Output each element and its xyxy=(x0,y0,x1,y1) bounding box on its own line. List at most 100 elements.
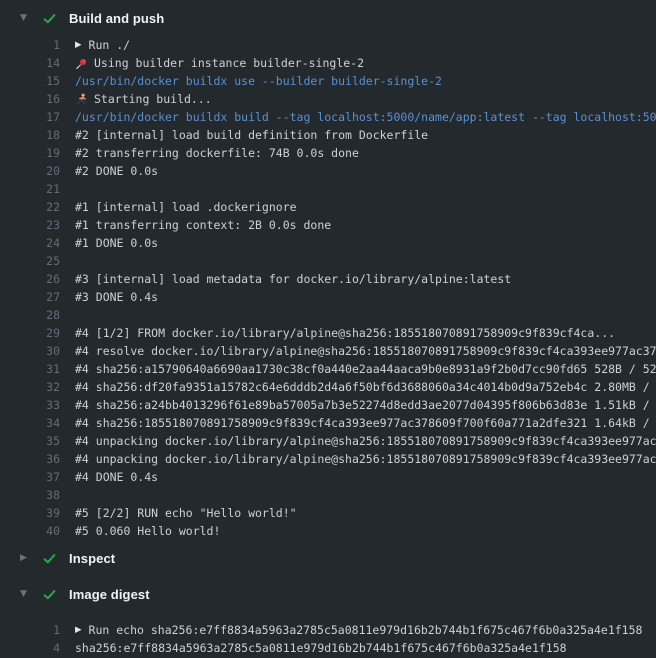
log-line[interactable]: 40 #5 0.060 Hello world! xyxy=(0,522,656,540)
log-line[interactable]: 24 #1 DONE 0.0s xyxy=(0,234,656,252)
line-number[interactable]: 31 xyxy=(0,362,60,376)
line-number[interactable]: 27 xyxy=(0,290,60,304)
step-header-inspect[interactable]: ▶Inspect xyxy=(0,540,656,576)
line-number[interactable]: 38 xyxy=(0,488,60,502)
log-line[interactable]: 34#4 sha256:185518070891758909c9f839cf4c… xyxy=(0,414,656,432)
line-number[interactable]: 30 xyxy=(0,344,60,358)
log-text: #3 [internal] load metadata for docker.i… xyxy=(75,272,656,286)
log-line[interactable]: 14 Using builder instance builder-single-… xyxy=(0,54,656,72)
log-text: #4 sha256:df20fa9351a15782c64e6dddb2d4a6… xyxy=(75,380,656,394)
log-line[interactable]: 36#4 unpacking docker.io/library/alpine@… xyxy=(0,450,656,468)
log-line[interactable]: 27 #3 DONE 0.4s xyxy=(0,288,656,306)
chevron-down-icon[interactable]: ▼ xyxy=(20,576,31,612)
log-text: sha256:e7ff8834a5963a2785c5a0811e979d16b… xyxy=(75,641,656,655)
line-number[interactable]: 20 xyxy=(0,164,60,178)
line-number[interactable]: 18 xyxy=(0,128,60,142)
log-text-content: Run echo sha256:e7ff8834a5963a2785c5a081… xyxy=(89,623,643,637)
line-number[interactable]: 1 xyxy=(0,38,60,52)
log-text-content: #1 transferring context: 2B 0.0s done xyxy=(75,218,331,232)
log-text-content: #5 [2/2] RUN echo "Hello world!" xyxy=(75,506,297,520)
log-text-content: #4 sha256:a15790640a6690aa1730c38cf0a440… xyxy=(75,362,656,376)
log-text-content: #2 transferring dockerfile: 74B 0.0s don… xyxy=(75,146,359,160)
log-line[interactable]: 32 #4 sha256:df20fa9351a15782c64e6dddb2d4… xyxy=(0,378,656,396)
log-line[interactable]: 18 #2 [internal] load build definition fr… xyxy=(0,126,656,144)
log-line[interactable]: 1 ▶ Run echo sha256:e7ff8834a5963a2785c5a0… xyxy=(0,621,656,639)
line-number[interactable]: 32 xyxy=(0,380,60,394)
step-header-image-digest[interactable]: ▼ Image digest xyxy=(0,576,656,612)
check-icon xyxy=(42,587,57,602)
step-title: Build and push xyxy=(69,11,164,26)
line-number[interactable]: 26 xyxy=(0,272,60,286)
line-number[interactable]: 29 xyxy=(0,326,60,340)
step-log: 1 ▶ Run echo sha256:e7ff8834a5963a2785c5a0… xyxy=(0,612,656,657)
line-number[interactable]: 40 xyxy=(0,524,60,538)
log-text: ▶ Run echo sha256:e7ff8834a5963a2785c5a08… xyxy=(75,623,656,637)
log-line[interactable]: 26 #3 [internal] load metadata for docker… xyxy=(0,270,656,288)
log-text-content: #4 resolve docker.io/library/alpine@sha2… xyxy=(75,344,656,358)
step-title: Image digest xyxy=(69,587,150,602)
log-line[interactable]: 35 #4 unpacking docker.io/library/alpine@… xyxy=(0,432,656,450)
log-line[interactable]: 23 #1 transferring context: 2B 0.0s done xyxy=(0,216,656,234)
log-text: Using builder instance builder-single-2 xyxy=(75,56,656,70)
chevron-right-icon[interactable]: ▶ xyxy=(20,540,31,576)
line-number[interactable]: 19 xyxy=(0,146,60,160)
line-number[interactable]: 37 xyxy=(0,470,60,484)
log-line[interactable]: 22#1 [internal] load .dockerignore xyxy=(0,198,656,216)
log-line[interactable]: 1▶Run ./ xyxy=(0,36,656,54)
log-text-content: sha256:e7ff8834a5963a2785c5a0811e979d16b… xyxy=(75,641,567,655)
log-text-content: #3 [internal] load metadata for docker.i… xyxy=(75,272,511,286)
log-line[interactable]: 28 xyxy=(0,306,656,324)
step-inspect: ▶Inspect xyxy=(0,540,656,576)
log-line[interactable]: 4 sha256:e7ff8834a5963a2785c5a0811e979d16… xyxy=(0,639,656,657)
log-text-content: #4 unpacking docker.io/library/alpine@sh… xyxy=(75,434,656,448)
check-icon xyxy=(42,551,57,566)
log-text-content: #1 DONE 0.0s xyxy=(75,236,158,250)
log-line[interactable]: 29#4 [1/2] FROM docker.io/library/alpine… xyxy=(0,324,656,342)
log-line[interactable]: 31 #4 sha256:a15790640a6690aa1730c38cf0a4… xyxy=(0,360,656,378)
line-number[interactable]: 17 xyxy=(0,110,60,124)
log-line[interactable]: 37#4 DONE 0.4s xyxy=(0,468,656,486)
line-number[interactable]: 33 xyxy=(0,398,60,412)
line-number[interactable]: 22 xyxy=(0,200,60,214)
log-line[interactable]: 38 xyxy=(0,486,656,504)
log-line[interactable]: 39 #5 [2/2] RUN echo "Hello world!" xyxy=(0,504,656,522)
log-line[interactable]: 15/usr/bin/docker buildx use --builder b… xyxy=(0,72,656,90)
line-number[interactable]: 16 xyxy=(0,92,60,106)
line-number[interactable]: 4 xyxy=(0,641,60,655)
log-text: #5 0.060 Hello world! xyxy=(75,524,656,538)
line-number[interactable]: 14 xyxy=(0,56,60,70)
log-text: #2 transferring dockerfile: 74B 0.0s don… xyxy=(75,146,656,160)
log-text-content: #3 DONE 0.4s xyxy=(75,290,158,304)
line-number[interactable]: 25 xyxy=(0,254,60,268)
line-number[interactable]: 35 xyxy=(0,434,60,448)
runner-icon xyxy=(75,93,88,106)
line-number[interactable]: 15 xyxy=(0,74,60,88)
line-number[interactable]: 34 xyxy=(0,416,60,430)
pushpin-icon xyxy=(75,57,88,70)
log-line[interactable]: 16Starting build... xyxy=(0,90,656,108)
chevron-down-icon[interactable]: ▼ xyxy=(20,0,31,36)
log-text: #2 [internal] load build definition from… xyxy=(75,128,656,142)
log-text: #3 DONE 0.4s xyxy=(75,290,656,304)
line-number[interactable]: 39 xyxy=(0,506,60,520)
line-number[interactable]: 24 xyxy=(0,236,60,250)
log-line[interactable]: 17/usr/bin/docker buildx build --tag loc… xyxy=(0,108,656,126)
log-line[interactable]: 20 #2 DONE 0.0s xyxy=(0,162,656,180)
log-text: #4 sha256:a24bb4013296f61e89ba57005a7b3e… xyxy=(75,398,656,412)
log-line[interactable]: 19 #2 transferring dockerfile: 74B 0.0s d… xyxy=(0,144,656,162)
line-number[interactable]: 1 xyxy=(0,623,60,637)
line-number[interactable]: 28 xyxy=(0,308,60,322)
log-line[interactable]: 30 #4 resolve docker.io/library/alpine@sh… xyxy=(0,342,656,360)
line-number[interactable]: 23 xyxy=(0,218,60,232)
log-text-content: /usr/bin/docker buildx build --tag local… xyxy=(75,110,656,124)
log-line[interactable]: 33 #4 sha256:a24bb4013296f61e89ba57005a7b… xyxy=(0,396,656,414)
log-text: #5 [2/2] RUN echo "Hello world!" xyxy=(75,506,656,520)
run-arrow-icon: ▶ xyxy=(75,625,82,635)
line-number[interactable]: 36 xyxy=(0,452,60,466)
log-text-content: #2 DONE 0.0s xyxy=(75,164,158,178)
log-text-content: #2 [internal] load build definition from… xyxy=(75,128,428,142)
log-line[interactable]: 25 xyxy=(0,252,656,270)
step-header-build-and-push[interactable]: ▼ Build and push xyxy=(0,0,656,36)
line-number[interactable]: 21 xyxy=(0,182,60,196)
log-line[interactable]: 21 xyxy=(0,180,656,198)
